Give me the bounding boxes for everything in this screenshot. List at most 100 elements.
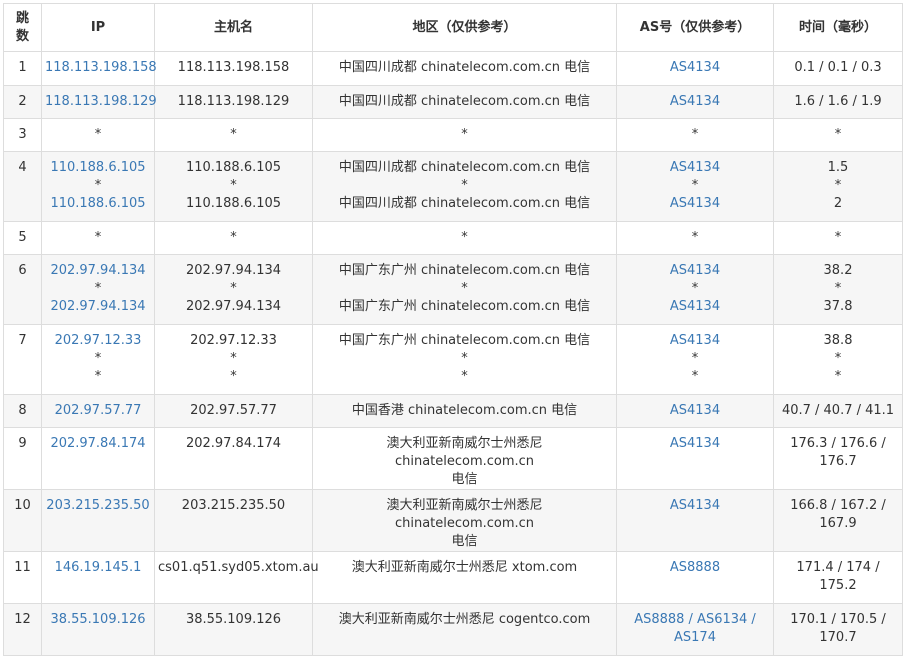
timeout-marker: *: [230, 351, 237, 366]
as-link[interactable]: AS4134: [620, 262, 770, 280]
table-row: 4 110.188.6.105 * 110.188.6.105 110.188.6.10…: [3, 151, 903, 222]
ip-link[interactable]: 110.188.6.105: [45, 195, 151, 213]
as-link[interactable]: AS8888: [620, 559, 770, 577]
location-cell-text: 电信: [451, 534, 478, 549]
ip-link[interactable]: 203.215.235.50: [45, 497, 151, 515]
time-cell-text: 167.9: [819, 516, 857, 531]
ip-link[interactable]: 118.113.198.158: [45, 59, 157, 77]
as-link[interactable]: AS4134: [620, 159, 770, 177]
table-row: 6 202.97.94.134 * 202.97.94.134 202.97.94.13…: [3, 254, 903, 325]
ip-link[interactable]: 38.55.109.126: [45, 611, 151, 629]
time-cell-text: 170.7: [819, 630, 857, 645]
timeout-marker: *: [230, 178, 237, 193]
hostname-cell: 110.188.6.105 * 110.188.6.105: [154, 151, 313, 222]
ip-cell: 202.97.94.134 * 202.97.94.134: [41, 254, 155, 325]
location-cell: 中国四川成都 chinatelecom.com.cn 电信: [312, 51, 617, 86]
hop-number: 10: [3, 489, 42, 552]
timeout-marker: *: [461, 351, 468, 366]
as-link[interactable]: AS4134: [620, 195, 770, 213]
as-link[interactable]: AS4134: [620, 93, 770, 111]
ip-link[interactable]: 146.19.145.1: [45, 559, 151, 577]
as-cell: AS4134 * AS4134: [616, 254, 774, 325]
ip-link[interactable]: 202.97.94.134: [45, 298, 151, 316]
time-cell-text: 1.5: [827, 160, 849, 175]
location-cell: *: [312, 221, 617, 255]
as-cell: AS4134: [616, 489, 774, 552]
hop-number: 3: [3, 118, 42, 152]
ip-cell: 118.113.198.158: [41, 51, 157, 86]
hostname-cell: *: [154, 221, 313, 255]
time-cell: 1.6 / 1.6 / 1.9: [773, 85, 903, 119]
time-cell-text: 40.7 / 40.7 / 41.1: [781, 403, 895, 418]
location-cell: 澳大利亚新南威尔士州悉尼 chinatelecom.com.cn 电信: [312, 427, 617, 490]
table-row: 9 202.97.84.174 202.97.84.174 澳大利亚新南威尔士州悉尼 …: [3, 427, 903, 490]
timeout-marker: *: [94, 351, 102, 366]
ip-link[interactable]: 202.97.12.33: [45, 332, 151, 350]
location-cell: 澳大利亚新南威尔士州悉尼 xtom.com: [312, 551, 617, 604]
ip-link[interactable]: 118.113.198.129: [45, 93, 157, 111]
hop-number: 5: [3, 221, 42, 255]
hop-number-text: 4: [18, 160, 27, 175]
hop-number: 11: [3, 551, 42, 604]
timeout-marker: *: [461, 127, 468, 142]
ip-link[interactable]: 110.188.6.105: [45, 159, 151, 177]
as-cell: AS4134: [616, 394, 774, 428]
timeout-marker: *: [230, 281, 237, 296]
timeout-marker: *: [94, 281, 102, 296]
location-cell-text: 中国四川成都 chinatelecom.com.cn 电信: [338, 94, 591, 109]
hostname-cell-text: 202.97.94.134: [185, 263, 282, 278]
time-cell: 176.3 / 176.6 / 176.7: [773, 427, 903, 490]
ip-link[interactable]: 202.97.57.77: [45, 402, 151, 420]
table-row: 5 * * * * *: [3, 221, 903, 255]
as-link[interactable]: AS8888 / AS6134 /: [620, 611, 770, 629]
as-link[interactable]: AS174: [620, 629, 770, 647]
timeout-marker: *: [230, 230, 237, 245]
time-cell: *: [773, 221, 903, 255]
hostname-cell: 38.55.109.126: [154, 603, 313, 656]
hop-number-text: 12: [14, 612, 31, 627]
location-cell-text: 中国四川成都 chinatelecom.com.cn 电信: [338, 60, 591, 75]
header-location: 地区（仅供参考）: [312, 3, 617, 52]
hostname-cell-text: 38.55.109.126: [185, 612, 282, 627]
as-cell: AS8888 / AS6134 /AS174: [616, 603, 774, 656]
table-body: 1 118.113.198.158 118.113.198.158 中国四川成都 ch…: [3, 51, 903, 656]
timeout-marker: *: [230, 369, 237, 384]
as-link[interactable]: AS4134: [620, 59, 770, 77]
time-cell: 38.8 * *: [773, 324, 903, 395]
hop-number-text: 9: [18, 436, 27, 451]
as-link[interactable]: AS4134: [620, 497, 770, 515]
timeout-marker: *: [691, 369, 699, 384]
hostname-cell-text: 110.188.6.105: [185, 160, 282, 175]
time-cell: 171.4 / 174 / 175.2: [773, 551, 903, 604]
timeout-marker: *: [834, 351, 842, 366]
hop-number-text: 1: [18, 60, 27, 75]
timeout-marker: *: [461, 230, 468, 245]
ip-link[interactable]: 202.97.94.134: [45, 262, 151, 280]
location-cell: 中国香港 chinatelecom.com.cn 电信: [312, 394, 617, 428]
ip-link[interactable]: 202.97.84.174: [45, 435, 151, 453]
table-row: 11 146.19.145.1 cs01.q51.syd05.xtom.au 澳大利亚…: [3, 551, 903, 604]
timeout-marker: *: [94, 230, 102, 245]
timeout-marker: *: [834, 230, 842, 245]
hostname-cell: 203.215.235.50: [154, 489, 313, 552]
time-cell-text: 0.1 / 0.1 / 0.3: [794, 60, 882, 75]
timeout-marker: *: [691, 351, 699, 366]
as-cell: AS4134: [616, 51, 774, 86]
time-cell-text: 175.2: [819, 578, 857, 593]
header-time: 时间（毫秒）: [773, 3, 903, 52]
location-cell: *: [312, 118, 617, 152]
time-cell-text: 166.8 / 167.2 /: [790, 498, 886, 513]
as-link[interactable]: AS4134: [620, 298, 770, 316]
as-link[interactable]: AS4134: [620, 435, 770, 453]
hop-number-text: 7: [18, 333, 27, 348]
ip-cell: 202.97.84.174: [41, 427, 155, 490]
timeout-marker: *: [461, 369, 468, 384]
as-link[interactable]: AS4134: [620, 402, 770, 420]
ip-cell: *: [41, 221, 155, 255]
table-row: 8 202.97.57.77 202.97.57.77 中国香港 chinatelec…: [3, 394, 903, 428]
time-cell-text: 176.7: [819, 454, 857, 469]
ip-cell: 202.97.12.33 * *: [41, 324, 155, 395]
as-link[interactable]: AS4134: [620, 332, 770, 350]
time-cell-text: 38.2: [823, 263, 853, 278]
header-row: 跳数 IP 主机名 地区（仅供参考） AS号（仅供参考） 时间（毫秒）: [3, 3, 903, 52]
